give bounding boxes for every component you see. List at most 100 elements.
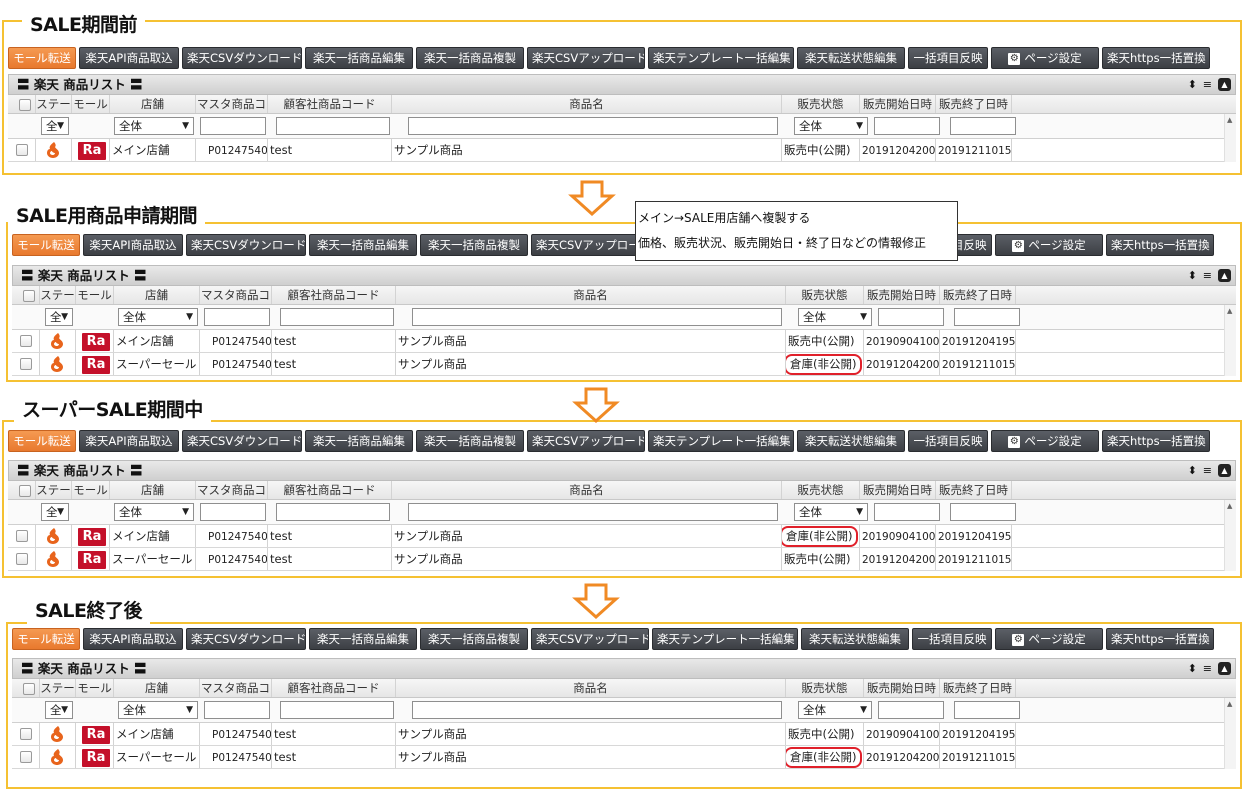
scroll-up-icon[interactable]: ▲ bbox=[1227, 502, 1232, 510]
sales-status-filter-select[interactable]: 全体 ▼ bbox=[794, 117, 868, 135]
col-shop-header[interactable]: 店舗 bbox=[110, 481, 196, 499]
master-code-filter-input[interactable] bbox=[204, 308, 270, 326]
status-filter-select[interactable]: 全 ▼ bbox=[41, 503, 69, 521]
menu-icon[interactable]: ≡ bbox=[1203, 464, 1212, 477]
shop-filter-select[interactable]: 全体 ▼ bbox=[114, 503, 194, 521]
row-checkbox[interactable] bbox=[20, 358, 32, 370]
table-row[interactable]: Ra スーパーセール P012475404 test サンプル商品 倉庫(非公開) 2019… bbox=[12, 746, 1236, 769]
col-shop-header[interactable]: 店舗 bbox=[114, 679, 200, 697]
master-code-filter-input[interactable] bbox=[200, 503, 266, 521]
col-customer-code-header[interactable]: 顧客社商品コード bbox=[272, 679, 396, 697]
end-date-filter-input[interactable] bbox=[950, 503, 1016, 521]
end-date-filter-input[interactable] bbox=[950, 117, 1016, 135]
csv-upload-button[interactable]: 楽天CSVアップロード bbox=[531, 234, 649, 256]
sales-status-filter-select[interactable]: 全体 ▼ bbox=[798, 308, 872, 326]
https-replace-button[interactable]: 楽天https一括置換 bbox=[1102, 47, 1210, 69]
shop-filter-select[interactable]: 全体 ▼ bbox=[114, 117, 194, 135]
start-date-filter-input[interactable] bbox=[874, 503, 940, 521]
bulk-copy-button[interactable]: 楽天一括商品複製 bbox=[416, 430, 524, 452]
page-settings-button[interactable]: ⚙ ページ設定 bbox=[991, 47, 1099, 69]
bulk-edit-button[interactable]: 楽天一括商品編集 bbox=[309, 234, 417, 256]
page-settings-button[interactable]: ⚙ ページ設定 bbox=[995, 234, 1103, 256]
master-code-filter-input[interactable] bbox=[204, 701, 270, 719]
table-row[interactable]: Ra メイン店舗 P012475404 test サンプル商品 倉庫(非公開) 201909… bbox=[8, 525, 1236, 548]
shop-filter-select[interactable]: 全体 ▼ bbox=[118, 701, 198, 719]
col-product-name-header[interactable]: 商品名 bbox=[396, 286, 786, 304]
select-all-checkbox[interactable] bbox=[18, 485, 31, 497]
table-row[interactable]: Ra スーパーセール P012475404 test サンプル商品 倉庫(非公開) 2019… bbox=[12, 353, 1236, 376]
col-status-header[interactable]: ステー bbox=[40, 679, 76, 697]
col-mall-header[interactable]: モール bbox=[76, 286, 114, 304]
col-product-name-header[interactable]: 商品名 bbox=[392, 95, 782, 113]
status-filter-select[interactable]: 全 ▼ bbox=[45, 308, 73, 326]
product-name-filter-input[interactable] bbox=[412, 701, 782, 719]
col-start-date-header[interactable]: 販売開始日時 bbox=[860, 481, 936, 499]
row-checkbox[interactable] bbox=[16, 553, 28, 565]
bulk-edit-button[interactable]: 楽天一括商品編集 bbox=[305, 47, 413, 69]
product-name-filter-input[interactable] bbox=[412, 308, 782, 326]
scroll-up-icon[interactable]: ▲ bbox=[1227, 116, 1232, 124]
end-date-filter-input[interactable] bbox=[954, 308, 1020, 326]
status-filter-select[interactable]: 全 ▼ bbox=[45, 701, 73, 719]
col-start-date-header[interactable]: 販売開始日時 bbox=[864, 286, 940, 304]
select-all-checkbox[interactable] bbox=[18, 99, 31, 111]
product-name-filter-input[interactable] bbox=[408, 503, 778, 521]
bulk-copy-button[interactable]: 楽天一括商品複製 bbox=[420, 628, 528, 650]
transfer-status-button[interactable]: 楽天転送状態編集 bbox=[801, 628, 909, 650]
col-shop-header[interactable]: 店舗 bbox=[110, 95, 196, 113]
collapse-icon[interactable]: ▲ bbox=[1218, 269, 1231, 282]
page-settings-button[interactable]: ⚙ ページ設定 bbox=[991, 430, 1099, 452]
customer-code-filter-input[interactable] bbox=[280, 701, 394, 719]
csv-download-button[interactable]: 楽天CSVダウンロード bbox=[186, 234, 306, 256]
row-checkbox[interactable] bbox=[20, 335, 32, 347]
row-checkbox[interactable] bbox=[16, 530, 28, 542]
col-status-header[interactable]: ステー bbox=[36, 481, 72, 499]
csv-upload-button[interactable]: 楽天CSVアップロード bbox=[531, 628, 649, 650]
col-shop-header[interactable]: 店舗 bbox=[114, 286, 200, 304]
menu-icon[interactable]: ≡ bbox=[1203, 269, 1212, 282]
col-mall-header[interactable]: モール bbox=[72, 481, 110, 499]
col-end-date-header[interactable]: 販売終了日時 bbox=[936, 481, 1012, 499]
template-edit-button[interactable]: 楽天テンプレート一括編集 bbox=[648, 430, 794, 452]
table-row[interactable]: Ra スーパーセール P012475404 test サンプル商品 販売中(公開) 2019… bbox=[8, 548, 1236, 571]
col-start-date-header[interactable]: 販売開始日時 bbox=[860, 95, 936, 113]
collapse-icon[interactable]: ▲ bbox=[1218, 78, 1231, 91]
template-edit-button[interactable]: 楽天テンプレート一括編集 bbox=[648, 47, 794, 69]
status-filter-select[interactable]: 全 ▼ bbox=[41, 117, 69, 135]
sort-icon[interactable]: ⬍ bbox=[1188, 662, 1197, 675]
col-product-name-header[interactable]: 商品名 bbox=[392, 481, 782, 499]
page-settings-button[interactable]: ⚙ ページ設定 bbox=[995, 628, 1103, 650]
row-checkbox[interactable] bbox=[20, 751, 32, 763]
scrollbar[interactable]: ▲ bbox=[1224, 698, 1236, 769]
https-replace-button[interactable]: 楽天https一括置換 bbox=[1102, 430, 1210, 452]
mall-send-button[interactable]: モール転送 bbox=[8, 430, 76, 452]
row-checkbox[interactable] bbox=[20, 728, 32, 740]
api-import-button[interactable]: 楽天API商品取込 bbox=[83, 628, 183, 650]
csv-download-button[interactable]: 楽天CSVダウンロード bbox=[182, 47, 302, 69]
csv-upload-button[interactable]: 楽天CSVアップロード bbox=[527, 430, 645, 452]
col-sales-status-header[interactable]: 販売状態 bbox=[786, 679, 864, 697]
master-code-filter-input[interactable] bbox=[200, 117, 266, 135]
sales-status-filter-select[interactable]: 全体 ▼ bbox=[798, 701, 872, 719]
col-end-date-header[interactable]: 販売終了日時 bbox=[940, 679, 1016, 697]
sort-icon[interactable]: ⬍ bbox=[1188, 464, 1197, 477]
scrollbar[interactable]: ▲ bbox=[1224, 305, 1236, 376]
product-name-filter-input[interactable] bbox=[408, 117, 778, 135]
row-checkbox[interactable] bbox=[16, 144, 28, 156]
col-start-date-header[interactable]: 販売開始日時 bbox=[864, 679, 940, 697]
col-product-name-header[interactable]: 商品名 bbox=[396, 679, 786, 697]
bulk-edit-button[interactable]: 楽天一括商品編集 bbox=[309, 628, 417, 650]
start-date-filter-input[interactable] bbox=[878, 701, 944, 719]
https-replace-button[interactable]: 楽天https一括置換 bbox=[1106, 628, 1214, 650]
table-row[interactable]: Ra メイン店舗 P012475404 test サンプル商品 販売中(公開) 201909… bbox=[12, 330, 1236, 353]
customer-code-filter-input[interactable] bbox=[276, 503, 390, 521]
bulk-copy-button[interactable]: 楽天一括商品複製 bbox=[420, 234, 528, 256]
col-master-code-header[interactable]: マスタ商品コ bbox=[196, 481, 268, 499]
csv-download-button[interactable]: 楽天CSVダウンロード bbox=[186, 628, 306, 650]
select-all-checkbox[interactable] bbox=[22, 683, 35, 695]
col-end-date-header[interactable]: 販売終了日時 bbox=[940, 286, 1016, 304]
api-import-button[interactable]: 楽天API商品取込 bbox=[83, 234, 183, 256]
scroll-up-icon[interactable]: ▲ bbox=[1227, 307, 1232, 315]
col-mall-header[interactable]: モール bbox=[72, 95, 110, 113]
menu-icon[interactable]: ≡ bbox=[1203, 78, 1212, 91]
